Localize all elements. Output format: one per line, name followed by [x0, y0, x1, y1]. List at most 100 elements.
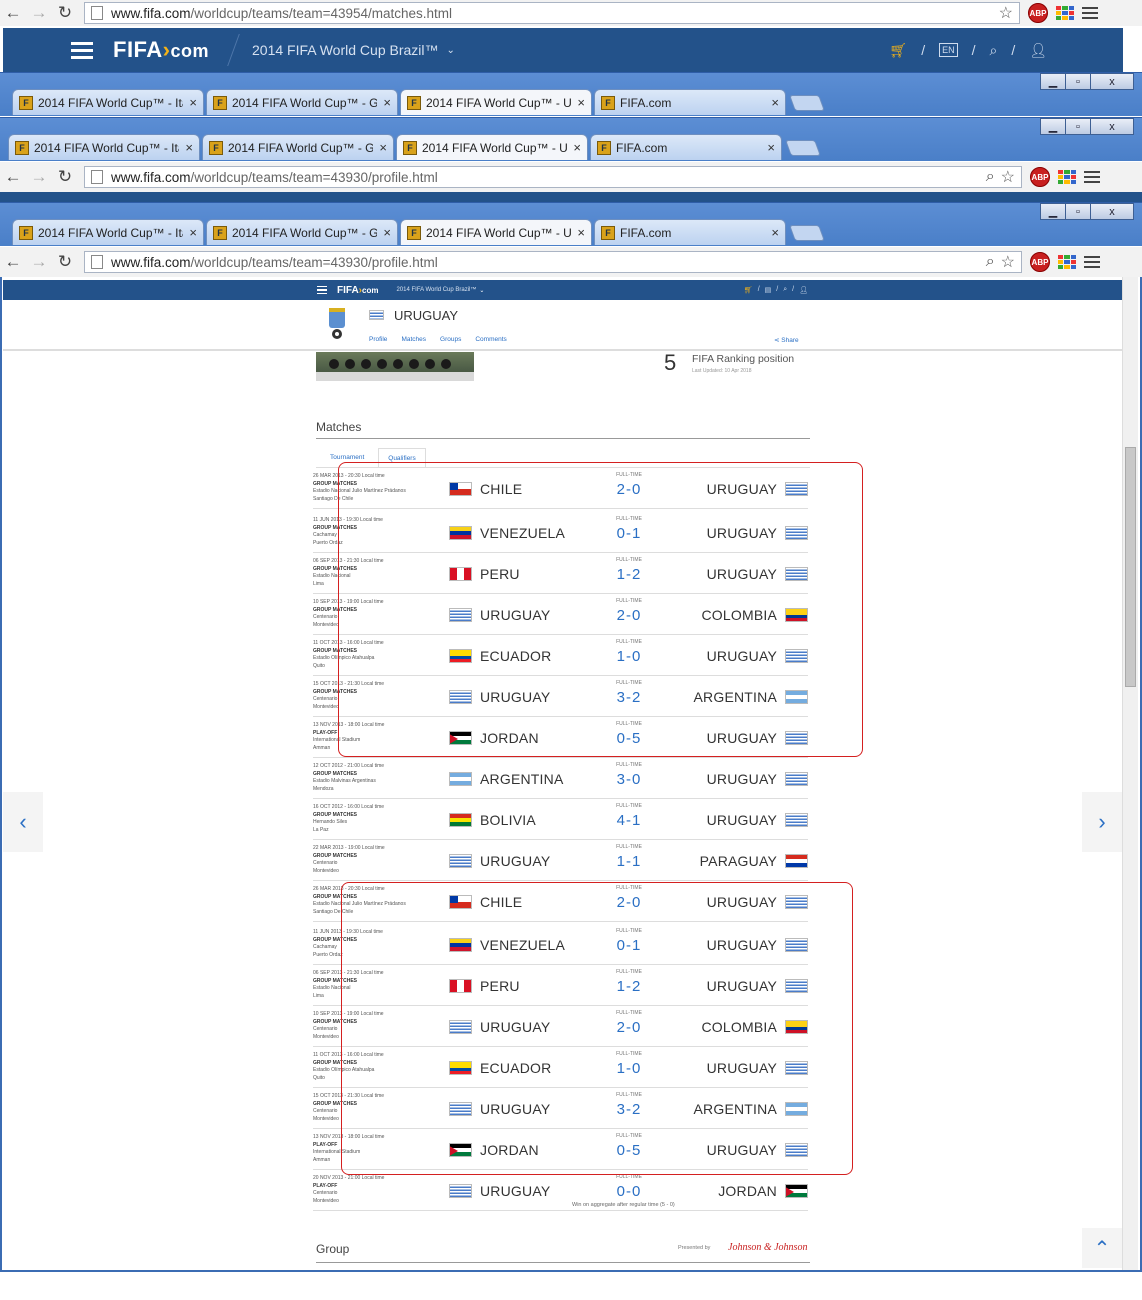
match-row[interactable]: 12 OCT 2012 - 21:00 Local time GROUP MATC… — [313, 758, 808, 799]
fifa-logo[interactable]: FIFA›com — [113, 37, 209, 63]
previous-arrow-icon[interactable]: ‹ — [3, 792, 43, 852]
adblock-icon[interactable]: ABP — [1030, 167, 1050, 187]
star-icon[interactable]: ☆ — [1001, 252, 1015, 272]
chevron-down-icon[interactable]: ⌄ — [479, 287, 484, 294]
close-button[interactable]: x — [1090, 73, 1134, 90]
match-score[interactable]: 3-0 — [599, 771, 659, 788]
close-button[interactable]: x — [1090, 203, 1134, 220]
url-field[interactable]: www.fifa.com/worldcup/teams/team=43930/p… — [84, 251, 1022, 273]
forward-icon[interactable]: → — [26, 3, 52, 23]
cart-icon[interactable]: 🛒︎ — [744, 286, 753, 294]
cart-icon[interactable]: 🛒︎ — [889, 42, 907, 59]
next-arrow-icon[interactable]: › — [1082, 792, 1122, 852]
match-score[interactable]: 0-0 — [599, 1183, 659, 1200]
tab-greece[interactable]: F 2014 FIFA World Cup™ - Greece × — [202, 134, 394, 160]
match-score[interactable]: 1-1 — [599, 853, 659, 870]
tab-uruguay[interactable]: F 2014 FIFA World Cup™ - Uruguay × — [400, 219, 592, 245]
tab-fifa[interactable]: F FIFA.com × — [590, 134, 782, 160]
menu-icon[interactable] — [1082, 7, 1098, 19]
away-team[interactable]: JORDAN — [718, 1183, 808, 1199]
home-team[interactable]: ARGENTINA — [449, 771, 563, 787]
new-tab-button[interactable] — [785, 140, 821, 156]
scrollbar[interactable] — [1122, 277, 1138, 1270]
event-title[interactable]: 2014 FIFA World Cup Brazil™ — [252, 42, 438, 58]
home-team[interactable]: BOLIVIA — [449, 812, 536, 828]
away-team[interactable]: URUGUAY — [707, 771, 808, 787]
fifa-logo[interactable]: FIFA›com — [337, 285, 378, 296]
adblock-icon[interactable]: ABP — [1028, 3, 1048, 23]
tab-close-icon[interactable]: × — [379, 140, 387, 155]
away-team[interactable]: URUGUAY — [707, 812, 808, 828]
hamburger-icon[interactable] — [317, 285, 327, 295]
minimize-button[interactable]: ▁ — [1040, 73, 1066, 90]
tab-tournament[interactable]: Tournament — [330, 454, 364, 461]
new-tab-button[interactable] — [789, 95, 825, 111]
hamburger-icon[interactable] — [71, 41, 93, 59]
team-nav-profile[interactable]: Profile — [369, 336, 387, 343]
home-team[interactable]: URUGUAY — [449, 853, 550, 869]
event-title[interactable]: 2014 FIFA World Cup Brazil™ — [396, 287, 476, 293]
tab-close-icon[interactable]: × — [577, 95, 585, 110]
close-button[interactable]: x — [1090, 118, 1134, 135]
tab-greece[interactable]: F 2014 FIFA World Cup™ - Greece × — [206, 219, 398, 245]
forward-icon[interactable]: → — [26, 167, 52, 187]
new-tab-button[interactable] — [789, 225, 825, 241]
share-button[interactable]: ⋖ Share — [774, 336, 799, 344]
home-team[interactable]: URUGUAY — [449, 1183, 550, 1199]
zoom-icon[interactable]: ⌕ — [986, 253, 995, 271]
away-team[interactable]: PARAGUAY — [700, 853, 808, 869]
back-icon[interactable]: ← — [0, 167, 26, 187]
search-icon[interactable]: ⌕ — [783, 286, 787, 294]
menu-icon[interactable] — [1084, 171, 1100, 183]
star-icon[interactable]: ☆ — [1001, 167, 1015, 187]
extension-grid-icon[interactable] — [1058, 255, 1076, 269]
tab-close-icon[interactable]: × — [189, 95, 197, 110]
reload-icon[interactable]: ↻ — [52, 3, 78, 23]
tab-italy[interactable]: F 2014 FIFA World Cup™ - Italy × — [8, 134, 200, 160]
tab-close-icon[interactable]: × — [189, 225, 197, 240]
chevron-down-icon[interactable]: ⌄ — [447, 45, 455, 56]
minimize-button[interactable]: ▁ — [1040, 203, 1066, 220]
team-nav-groups[interactable]: Groups — [440, 336, 461, 343]
tab-uruguay[interactable]: F 2014 FIFA World Cup™ - Uruguay × — [396, 134, 588, 160]
tab-italy[interactable]: F 2014 FIFA World Cup™ - Italy × — [12, 219, 204, 245]
extension-grid-icon[interactable] — [1058, 170, 1076, 184]
search-icon[interactable]: ⌕ — [989, 42, 997, 59]
user-icon[interactable]: 👤︎ — [1029, 42, 1047, 59]
team-nav-matches[interactable]: Matches — [401, 336, 426, 343]
match-score[interactable]: 4-1 — [599, 812, 659, 829]
menu-icon[interactable] — [1084, 256, 1100, 268]
user-icon[interactable]: 👤︎ — [799, 286, 808, 294]
extension-grid-icon[interactable] — [1056, 6, 1074, 20]
reload-icon[interactable]: ↻ — [52, 167, 78, 187]
maximize-button[interactable]: ▫ — [1065, 73, 1091, 90]
scrollbar-thumb[interactable] — [1125, 447, 1136, 687]
back-icon[interactable]: ← — [0, 252, 26, 272]
adblock-icon[interactable]: ABP — [1030, 252, 1050, 272]
forward-icon[interactable]: → — [26, 252, 52, 272]
team-nav-comments[interactable]: Comments — [475, 336, 506, 343]
match-row[interactable]: 20 NOV 2013 - 21:00 Local time PLAY-OFF Ce… — [313, 1170, 808, 1211]
tab-uruguay[interactable]: F 2014 FIFA World Cup™ - Uruguay × — [400, 89, 592, 115]
tab-close-icon[interactable]: × — [185, 140, 193, 155]
tab-close-icon[interactable]: × — [573, 140, 581, 155]
tab-close-icon[interactable]: × — [767, 140, 775, 155]
tab-close-icon[interactable]: × — [771, 225, 779, 240]
back-icon[interactable]: ← — [0, 3, 26, 23]
language-selector[interactable]: EN — [939, 43, 958, 57]
maximize-button[interactable]: ▫ — [1065, 203, 1091, 220]
tab-close-icon[interactable]: × — [383, 225, 391, 240]
tab-fifa[interactable]: F FIFA.com × — [594, 89, 786, 115]
url-field-top[interactable]: www.fifa.com/worldcup/teams/team=43954/m… — [84, 2, 1020, 24]
tab-close-icon[interactable]: × — [383, 95, 391, 110]
star-icon[interactable]: ☆ — [999, 3, 1013, 23]
tab-close-icon[interactable]: × — [577, 225, 585, 240]
tab-fifa[interactable]: F FIFA.com × — [594, 219, 786, 245]
maximize-button[interactable]: ▫ — [1065, 118, 1091, 135]
match-row[interactable]: 22 MAR 2013 - 19:00 Local time GROUP MATC… — [313, 840, 808, 881]
tab-greece[interactable]: F 2014 FIFA World Cup™ - Greece × — [206, 89, 398, 115]
zoom-icon[interactable]: ⌕ — [986, 168, 995, 186]
tab-close-icon[interactable]: × — [771, 95, 779, 110]
reload-icon[interactable]: ↻ — [52, 252, 78, 272]
minimize-button[interactable]: ▁ — [1040, 118, 1066, 135]
